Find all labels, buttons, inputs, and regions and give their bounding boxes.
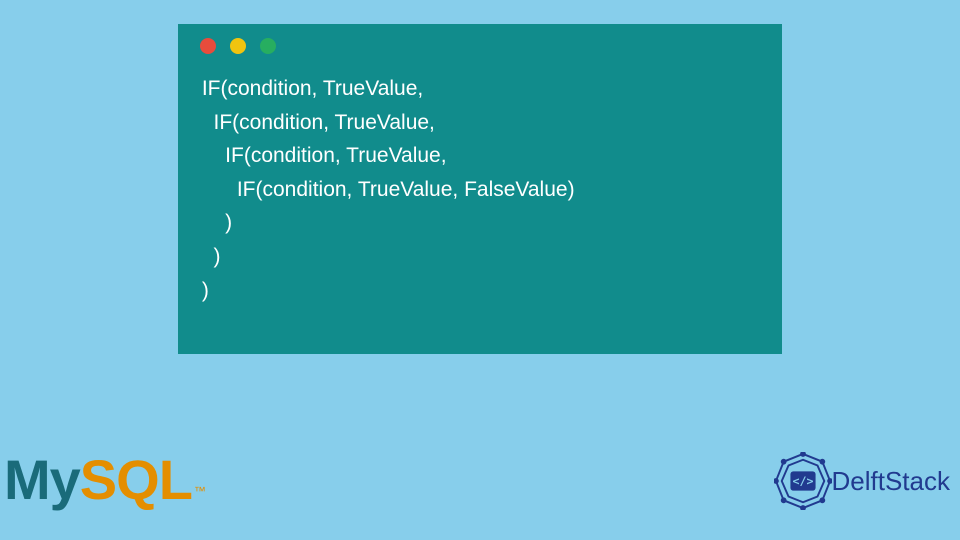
maximize-icon	[260, 38, 276, 54]
mysql-logo-tm: ™	[194, 484, 206, 498]
delftstack-text: DelftStack	[832, 466, 951, 497]
mysql-logo-sql: SQL	[80, 447, 192, 512]
minimize-icon	[230, 38, 246, 54]
close-icon	[200, 38, 216, 54]
window-traffic-lights	[200, 38, 764, 54]
code-block: IF(condition, TrueValue, IF(condition, T…	[196, 72, 764, 307]
code-window: IF(condition, TrueValue, IF(condition, T…	[178, 24, 782, 354]
delftstack-logo: </> DelftStack	[774, 452, 951, 510]
delftstack-badge-icon: </>	[774, 452, 832, 510]
svg-text:</>: </>	[792, 474, 813, 488]
mysql-logo: My SQL ™	[4, 447, 206, 512]
mysql-logo-my: My	[4, 447, 80, 512]
